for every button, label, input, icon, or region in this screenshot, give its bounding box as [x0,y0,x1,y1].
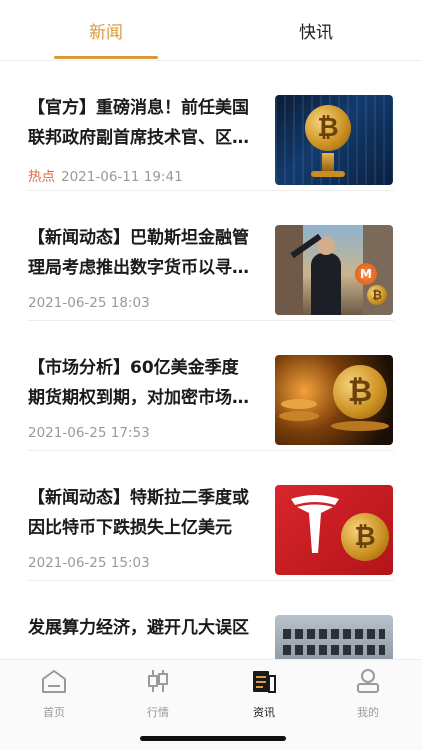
tab-news[interactable]: 新闻 [56,18,156,43]
news-title: 发展算力经济，避开几大误区 [28,618,249,638]
news-list: 【官方】重磅消息！前任美国 联邦政府副首席技术官、区… 热点 2021-06-11… [0,61,422,659]
news-meta: 热点 2021-06-11 19:41 [28,165,183,185]
news-meta: 2021-06-25 18:03 [28,295,150,311]
nav-mine-label: 我的 [357,706,379,719]
news-title: 【新闻动态】巴勒斯坦金融管 理局考虑推出数字货币以寻… [28,228,249,278]
news-title: 【新闻动态】特斯拉二季度或 因比特币下跌损失上亿美元 [28,488,249,538]
news-time: 2021-06-11 19:41 [61,169,183,185]
nav-home-label: 首页 [43,706,65,719]
news-document-icon [253,671,276,693]
bitcoin-icon: ₿ [367,285,387,305]
hot-badge: 热点 [28,169,55,185]
top-tab-bar: 新闻 快讯 [0,0,422,61]
user-icon [357,669,379,693]
news-time: 2021-06-25 15:03 [28,555,150,571]
tesla-logo-icon [291,495,339,553]
candlestick-icon [148,670,168,692]
nav-info[interactable]: 资讯 [234,668,294,720]
bitcoin-icon: ₿ [333,365,387,419]
news-title: 【市场分析】60亿美金季度 期货期权到期，对加密市场… [28,358,249,408]
nav-mine[interactable]: 我的 [338,668,398,720]
news-time: 2021-06-25 17:53 [28,425,150,441]
home-indicator [140,736,286,741]
monero-icon: M [355,263,377,285]
news-item[interactable]: 【新闻动态】巴勒斯坦金融管 理局考虑推出数字货币以寻… 2021-06-25 1… [0,191,422,321]
news-meta: 2021-06-25 15:03 [28,555,150,571]
news-item[interactable]: 发展算力经济，避开几大误区 [0,581,422,659]
news-thumbnail: ₿ [275,95,393,185]
news-thumbnail: ₿ [275,485,393,575]
nav-market[interactable]: 行情 [128,668,188,720]
news-time: 2021-06-25 18:03 [28,295,150,311]
bottom-nav: 首页 行情 资讯 我的 [0,659,422,750]
news-thumbnail: ₿ [275,355,393,445]
nav-market-label: 行情 [147,706,169,719]
news-title: 【官方】重磅消息！前任美国 联邦政府副首席技术官、区… [28,98,249,148]
news-meta: 2021-06-25 17:53 [28,425,150,441]
home-icon [42,670,66,693]
news-thumbnail: M ₿ [275,225,393,315]
bitcoin-icon: ₿ [305,105,351,151]
news-item[interactable]: 【市场分析】60亿美金季度 期货期权到期，对加密市场… 2021-06-25 1… [0,321,422,451]
news-item[interactable]: 【新闻动态】特斯拉二季度或 因比特币下跌损失上亿美元 2021-06-25 15… [0,451,422,581]
news-thumbnail [275,615,393,659]
tab-flash[interactable]: 快讯 [266,18,366,43]
nav-info-label: 资讯 [253,706,275,719]
news-item[interactable]: 【官方】重磅消息！前任美国 联邦政府副首席技术官、区… 热点 2021-06-11… [0,61,422,191]
active-tab-indicator [54,56,158,59]
nav-home[interactable]: 首页 [24,668,84,720]
bitcoin-icon: ₿ [341,513,389,561]
